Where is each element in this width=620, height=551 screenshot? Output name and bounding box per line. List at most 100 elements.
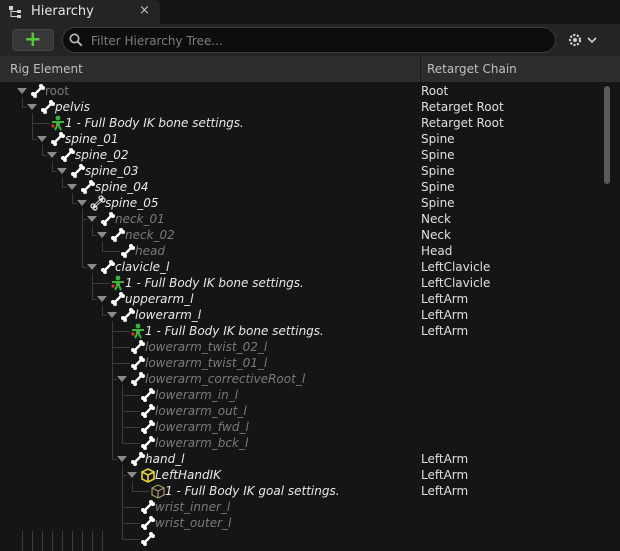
tree-row-chain: Spine [421,196,455,210]
tree-row[interactable]: lowerarm_fwd_l [0,419,600,435]
expand-arrow-icon[interactable] [17,88,27,94]
expand-arrow-icon[interactable] [47,152,57,158]
tree-row[interactable]: root Root [0,83,600,99]
tree-connector [42,531,43,551]
bone-icon [140,419,156,435]
tree-connector [122,443,140,444]
tree-row-chain: Spine [421,164,455,178]
tree-connector [32,139,37,140]
tree-connector [22,531,23,551]
tree-row[interactable] [0,531,600,547]
tree-row[interactable]: lowerarm_l LeftArm [0,307,600,323]
tree-row-chain: LeftArm [421,452,469,466]
hierarchy-icon [9,6,21,18]
expand-arrow-icon[interactable] [27,104,37,110]
tree-row[interactable]: head Head [0,243,600,259]
tree-row[interactable]: lowerarm_twist_02_l [0,339,600,355]
tree-row-chain: LeftClavicle [421,260,491,274]
tree-connector [122,523,140,524]
tree-connector [122,539,140,540]
tree-row-label: 1 - Full Body IK goal settings. [165,484,340,498]
bone-icon [100,259,116,275]
expand-arrow-icon[interactable] [97,296,107,302]
plus-icon: + [24,27,42,51]
scrollbar-thumb[interactable] [604,86,610,184]
tree-row-label: LeftHandIK [155,468,222,482]
settings-gear-icon[interactable] [566,30,602,50]
goal-settings-icon [150,483,166,499]
tree-connector [82,209,83,267]
tree-connector [102,241,103,251]
tree-row[interactable]: clavicle_l LeftClavicle [0,259,600,275]
expand-arrow-icon[interactable] [117,376,127,382]
tree-row[interactable]: spine_03 Spine [0,163,600,179]
tree-connector [102,315,107,316]
bone-icon [130,355,146,371]
tab-hierarchy[interactable]: Hierarchy × [0,0,160,24]
expand-arrow-icon[interactable] [37,136,47,142]
tree-connector [132,491,150,492]
search-input[interactable] [89,31,533,51]
tree-connector [122,385,123,443]
tree-connector [122,427,140,428]
tree-row-chain: LeftArm [421,308,469,322]
tree-connector [102,531,103,551]
tree-row[interactable]: pelvis Retarget Root [0,99,600,115]
tree-row[interactable]: spine_02 Spine [0,147,600,163]
tree-row-label: lowerarm_twist_01_l [145,356,268,370]
tree-row[interactable]: 1 - Full Body IK bone settings. Retarget … [0,115,600,131]
expand-arrow-icon[interactable] [107,312,117,318]
tree-connector [112,321,113,459]
expand-arrow-icon[interactable] [97,232,107,238]
tree-row[interactable]: 1 - Full Body IK bone settings. LeftClavi… [0,275,600,291]
column-retarget-chain-label: Retarget Chain [427,62,517,76]
tree-row[interactable]: lowerarm_out_l [0,403,600,419]
tree-connector [32,123,50,124]
tree-row[interactable]: LeftHandIK LeftArm [0,467,600,483]
tree-row-label: wrist_inner_l [155,500,231,514]
tree-row[interactable]: 1 - Full Body IK goal settings. LeftArm [0,483,600,499]
expand-arrow-icon[interactable] [127,472,137,478]
tree-row[interactable]: spine_04 Spine [0,179,600,195]
tree-row[interactable]: upperarm_l LeftArm [0,291,600,307]
tree-row-chain: Root [421,84,449,98]
tree-row[interactable]: neck_02 Neck [0,227,600,243]
tree-connector [92,299,97,300]
tree-connector [112,347,130,348]
tree-row[interactable]: lowerarm_in_l [0,387,600,403]
tree-row[interactable]: spine_01 Spine [0,131,600,147]
tree-row-chain: LeftClavicle [421,276,491,290]
expand-arrow-icon[interactable] [87,216,97,222]
tree-connector [102,305,103,315]
expand-arrow-icon[interactable] [77,200,87,206]
add-button[interactable]: + [12,27,54,51]
tree-row[interactable]: 1 - Full Body IK bone settings. LeftArm [0,323,600,339]
tree-row-chain: LeftArm [421,468,469,482]
column-retarget-chain[interactable]: Retarget Chain [421,56,601,82]
tree-row-label: head [135,244,165,258]
tree-row[interactable]: hand_l LeftArm [0,451,600,467]
tree-row[interactable]: neck_01 Neck [0,211,600,227]
tree-connector [52,161,53,171]
expand-arrow-icon[interactable] [87,264,97,270]
tree-row-label: neck_01 [115,212,165,226]
expand-arrow-icon[interactable] [117,456,127,462]
tree-connector [92,235,97,236]
expand-arrow-icon[interactable] [67,184,77,190]
expand-arrow-icon[interactable] [57,168,67,174]
tree-connector [92,283,110,284]
close-icon[interactable]: × [139,3,150,18]
tree-connector [32,113,33,139]
tree-row[interactable]: wrist_inner_l [0,499,600,515]
tree-connector [122,395,140,396]
search-box[interactable] [62,27,556,53]
bone-icon [130,371,146,387]
tree-row[interactable]: wrist_outer_l [0,515,600,531]
tree-row-label: 1 - Full Body IK bone settings. [145,324,324,338]
tree-row-chain: Neck [421,212,451,226]
column-rig-element[interactable]: Rig Element [0,56,421,82]
tree-row[interactable]: lowerarm_bck_l [0,435,600,451]
tree-row[interactable]: lowerarm_correctiveRoot_l [0,371,600,387]
tree-row[interactable]: lowerarm_twist_01_l [0,355,600,371]
tree-row[interactable]: spine_05 Spine [0,195,600,211]
